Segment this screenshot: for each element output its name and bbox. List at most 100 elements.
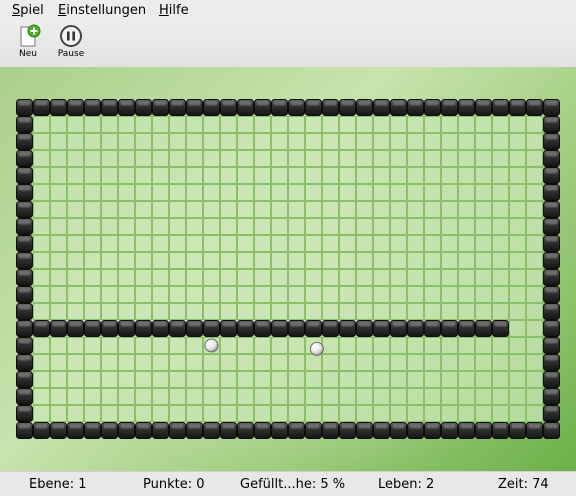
grid-cell (441, 252, 458, 269)
grid-cell (373, 286, 390, 303)
grid-cell (492, 184, 509, 201)
grid-cell (271, 405, 288, 422)
wall-block (305, 99, 322, 116)
grid-cell (186, 218, 203, 235)
grid-cell (203, 252, 220, 269)
grid-cell (84, 303, 101, 320)
grid-cell (101, 405, 118, 422)
grid-cell (339, 252, 356, 269)
grid-cell (118, 150, 135, 167)
game-area[interactable] (0, 67, 576, 471)
grid-cell (254, 252, 271, 269)
wall-block (288, 99, 305, 116)
grid-cell (407, 388, 424, 405)
grid-cell (390, 201, 407, 218)
wall-block (458, 320, 475, 337)
grid-cell (458, 388, 475, 405)
wall-block (33, 320, 50, 337)
grid-cell (407, 218, 424, 235)
grid-cell (509, 133, 526, 150)
grid-cell (118, 286, 135, 303)
grid-cell (390, 269, 407, 286)
grid-cell (441, 133, 458, 150)
grid-cell (84, 218, 101, 235)
grid-cell (220, 354, 237, 371)
grid-cell (356, 116, 373, 133)
grid-cell (424, 150, 441, 167)
grid-cell (220, 218, 237, 235)
grid-cell (509, 388, 526, 405)
grid-cell (526, 252, 543, 269)
wall-block (16, 99, 33, 116)
wall-block (543, 116, 560, 133)
grid-cell (407, 235, 424, 252)
grid-cell (458, 405, 475, 422)
grid-cell (475, 269, 492, 286)
wall-block (441, 99, 458, 116)
wall-block (203, 99, 220, 116)
grid-cell (475, 337, 492, 354)
grid-cell (305, 184, 322, 201)
wall-block (237, 422, 254, 439)
grid-cell (458, 218, 475, 235)
grid-cell (322, 354, 339, 371)
grid-cell (441, 286, 458, 303)
grid-cell (271, 167, 288, 184)
wall-block (67, 422, 84, 439)
grid-cell (101, 184, 118, 201)
grid-cell (50, 354, 67, 371)
grid-cell (424, 286, 441, 303)
new-game-button[interactable]: Neu (6, 24, 50, 64)
grid-cell (84, 286, 101, 303)
grid-cell (288, 354, 305, 371)
grid-cell (492, 133, 509, 150)
grid-cell (169, 167, 186, 184)
wall-block (543, 354, 560, 371)
grid-cell (475, 184, 492, 201)
grid-cell (373, 218, 390, 235)
grid-cell (475, 116, 492, 133)
grid-cell (390, 167, 407, 184)
grid-cell (526, 354, 543, 371)
wall-block (118, 99, 135, 116)
grid-cell (135, 337, 152, 354)
grid-cell (373, 201, 390, 218)
grid-cell (475, 388, 492, 405)
grid-cell (50, 405, 67, 422)
grid-cell (339, 184, 356, 201)
grid-cell (152, 201, 169, 218)
menu-bar: Spiel Einstellungen Hilfe (0, 0, 576, 22)
grid-cell (424, 252, 441, 269)
grid-cell (203, 167, 220, 184)
wall-block (16, 252, 33, 269)
grid-cell (356, 354, 373, 371)
menu-hilfe[interactable]: Hilfe (159, 3, 189, 18)
menu-spiel[interactable]: Spiel (12, 3, 44, 18)
grid-cell (373, 133, 390, 150)
grid-cell (118, 405, 135, 422)
grid-cell (203, 354, 220, 371)
grid-cell (169, 286, 186, 303)
grid-cell (407, 201, 424, 218)
grid-cell (203, 116, 220, 133)
grid-cell (169, 133, 186, 150)
grid-cell (441, 150, 458, 167)
wall-block (543, 252, 560, 269)
grid-cell (322, 252, 339, 269)
grid-cell (509, 303, 526, 320)
grid-cell (458, 167, 475, 184)
grid-cell (84, 167, 101, 184)
grid-cell (373, 167, 390, 184)
wall-block (16, 167, 33, 184)
grid-cell (33, 201, 50, 218)
menu-einstellungen[interactable]: Einstellungen (58, 3, 146, 18)
grid-cell (220, 405, 237, 422)
grid-cell (305, 116, 322, 133)
game-board[interactable] (0, 67, 576, 471)
grid-cell (373, 354, 390, 371)
grid-cell (271, 388, 288, 405)
pause-button[interactable]: Pause (49, 24, 93, 64)
wall-block (288, 320, 305, 337)
wall-block (271, 422, 288, 439)
grid-cell (237, 269, 254, 286)
